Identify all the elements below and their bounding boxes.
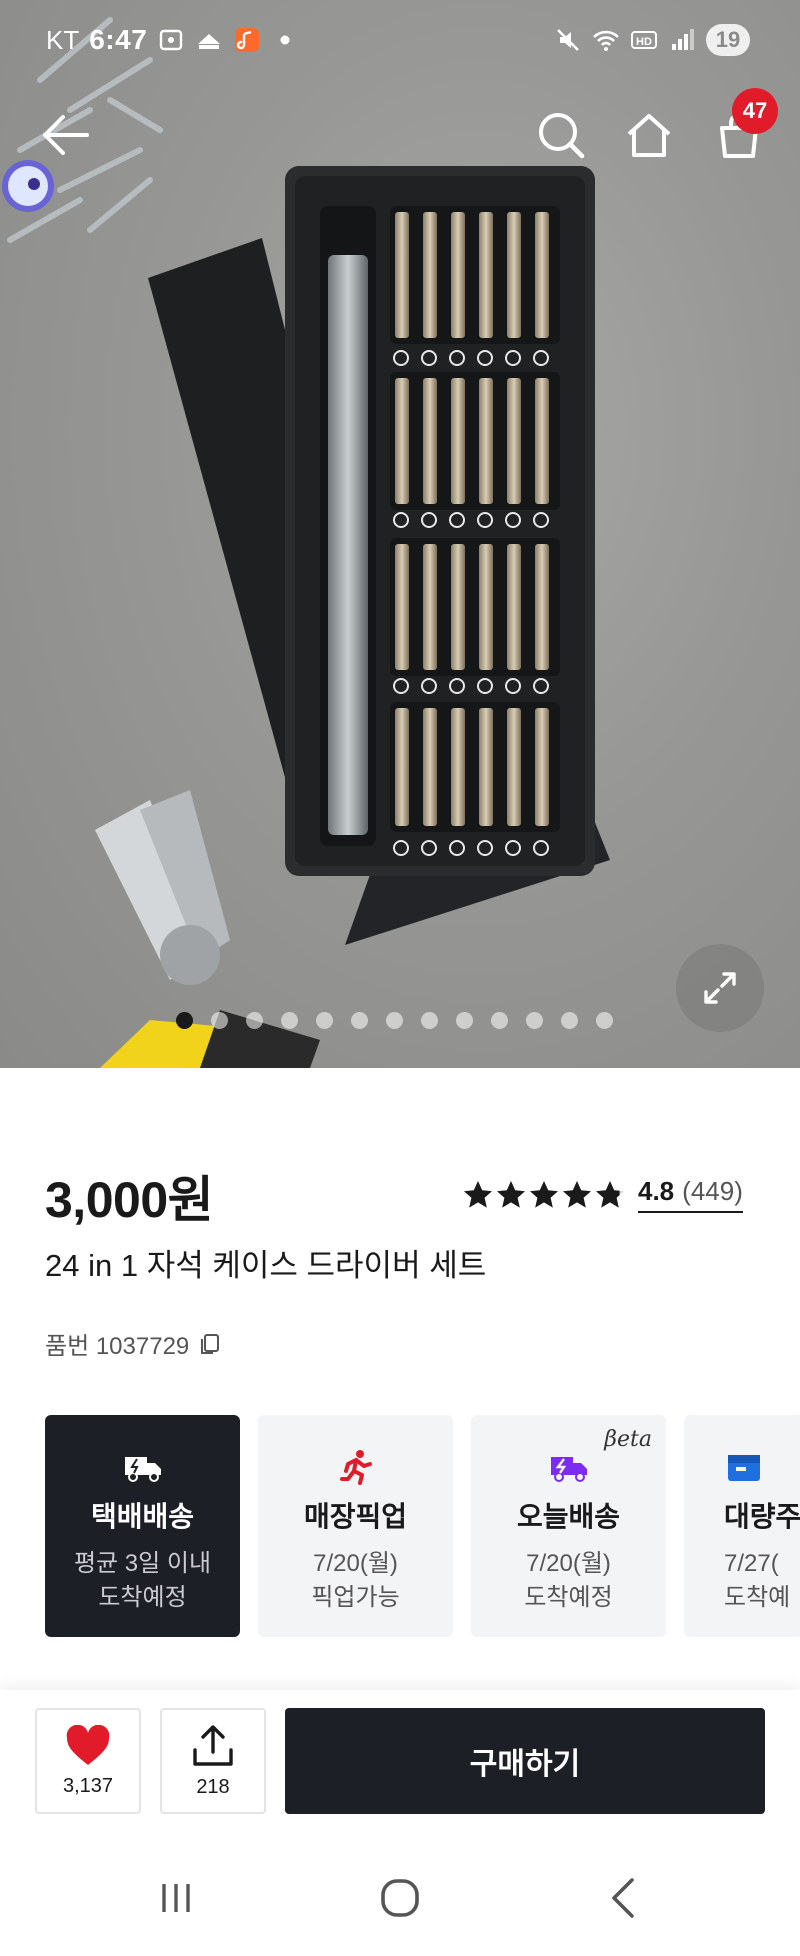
home-icon bbox=[627, 114, 671, 157]
delivery-option-bulk[interactable]: 대량주 7/27( 도착예 bbox=[684, 1415, 800, 1637]
hd-voice-icon: HD bbox=[631, 31, 657, 49]
delivery-option-title: 매장픽업 bbox=[303, 1501, 408, 1532]
cart-button[interactable]: 47 bbox=[700, 88, 778, 170]
wifi-icon bbox=[593, 30, 619, 51]
delivery-option-title: 오늘배송 bbox=[516, 1501, 621, 1532]
pager-dot[interactable] bbox=[316, 1012, 333, 1029]
pager-dot[interactable] bbox=[386, 1012, 403, 1029]
pager-dot[interactable] bbox=[351, 1012, 368, 1029]
gallery-pager[interactable] bbox=[176, 1012, 613, 1029]
buy-button[interactable]: 구매하기 bbox=[285, 1708, 765, 1814]
home-circle-icon bbox=[381, 1879, 419, 1917]
copy-icon[interactable] bbox=[197, 1331, 223, 1357]
rating-stars bbox=[462, 1179, 626, 1211]
product-rating[interactable]: 4.8 (449) bbox=[462, 1176, 743, 1213]
pager-dot[interactable] bbox=[211, 1012, 228, 1029]
system-home-button[interactable] bbox=[360, 1870, 440, 1926]
beta-badge: βeta bbox=[604, 1427, 652, 1452]
review-count: (449) bbox=[682, 1176, 743, 1206]
music-app-icon bbox=[235, 28, 260, 52]
pager-dot[interactable] bbox=[246, 1012, 263, 1029]
like-button[interactable]: 3,137 bbox=[35, 1708, 141, 1814]
running-person-icon bbox=[339, 1450, 372, 1485]
carrier-label: KT bbox=[46, 24, 80, 55]
star-icon bbox=[596, 1180, 624, 1208]
status-bar: KT 6:47 HD 19 bbox=[0, 0, 800, 84]
cart-count-badge: 47 bbox=[732, 88, 778, 134]
battery-indicator: 19 bbox=[706, 24, 750, 56]
system-navigation-bar bbox=[0, 1840, 800, 1956]
product-title: 24 in 1 자석 케이스 드라이버 세트 bbox=[45, 1248, 487, 1283]
recent-apps-button[interactable] bbox=[136, 1870, 216, 1926]
expand-image-button[interactable] bbox=[676, 944, 764, 1032]
delivery-option-line1: 7/20(월) bbox=[526, 1550, 611, 1577]
notification-dot-icon bbox=[280, 35, 290, 45]
home-button[interactable] bbox=[610, 100, 688, 170]
product-sku: 품번 1037729 bbox=[45, 1326, 223, 1361]
pager-dot[interactable] bbox=[456, 1012, 473, 1029]
delivery-options: 택배배송 평균 3일 이내 도착예정 매장픽업 7/20(월) 픽업가능 βet… bbox=[45, 1415, 800, 1637]
delivery-option-title: 택배배송 bbox=[90, 1501, 195, 1532]
delivery-option-line2: 도착예정 bbox=[524, 1584, 613, 1611]
product-image-gallery[interactable]: KT 6:47 HD 19 47 bbox=[0, 0, 800, 1068]
pager-dot[interactable] bbox=[526, 1012, 543, 1029]
delivery-option-store-pickup[interactable]: 매장픽업 7/20(월) 픽업가능 bbox=[258, 1415, 453, 1637]
star-icon bbox=[530, 1180, 558, 1208]
share-icon bbox=[193, 1724, 233, 1766]
rating-link[interactable]: 4.8 (449) bbox=[638, 1176, 743, 1213]
pager-dot[interactable] bbox=[176, 1012, 193, 1029]
pager-dot[interactable] bbox=[596, 1012, 613, 1029]
box-icon bbox=[728, 1455, 760, 1481]
delivery-option-today[interactable]: βeta 오늘배송 7/20(월) 도착예정 bbox=[471, 1415, 666, 1637]
delivery-option-line1: 평균 3일 이내 bbox=[73, 1550, 212, 1577]
delivery-truck-icon bbox=[124, 1457, 161, 1482]
signal-icon bbox=[672, 29, 694, 50]
clock: 6:47 bbox=[89, 24, 148, 55]
pager-dot[interactable] bbox=[281, 1012, 298, 1029]
pager-dot[interactable] bbox=[421, 1012, 438, 1029]
delivery-option-line2: 도착예정 bbox=[98, 1584, 187, 1611]
expand-icon bbox=[704, 972, 736, 1004]
search-button[interactable] bbox=[522, 100, 600, 170]
delivery-option-line1: 7/20(월) bbox=[313, 1550, 398, 1577]
search-icon bbox=[539, 113, 585, 159]
like-count: 3,137 bbox=[62, 1774, 114, 1797]
pager-dot[interactable] bbox=[561, 1012, 578, 1029]
share-count: 218 bbox=[196, 1775, 230, 1798]
rating-score: 4.8 bbox=[638, 1176, 675, 1206]
chevron-left-icon bbox=[612, 1878, 634, 1918]
product-price: 3,000원 bbox=[45, 1172, 214, 1228]
arrow-left-icon bbox=[43, 115, 89, 155]
pager-dot[interactable] bbox=[491, 1012, 508, 1029]
share-button[interactable]: 218 bbox=[160, 1708, 266, 1814]
delivery-option-line2: 도착예 bbox=[724, 1584, 791, 1611]
star-icon bbox=[464, 1180, 492, 1208]
system-back-button[interactable] bbox=[584, 1870, 664, 1926]
fast-truck-icon bbox=[550, 1457, 587, 1482]
star-icon bbox=[563, 1180, 591, 1208]
heart-icon bbox=[66, 1724, 110, 1765]
delivery-option-title: 대량주 bbox=[724, 1501, 800, 1532]
recent-apps-icon bbox=[162, 1884, 190, 1912]
app-notification-icon bbox=[198, 34, 221, 49]
screenshot-icon bbox=[160, 29, 183, 51]
star-icon bbox=[497, 1180, 525, 1208]
mute-icon bbox=[557, 29, 579, 51]
delivery-option-parcel[interactable]: 택배배송 평균 3일 이내 도착예정 bbox=[45, 1415, 240, 1637]
delivery-option-line1: 7/27( bbox=[724, 1550, 779, 1577]
purchase-action-bar: 3,137 218 구매하기 bbox=[0, 1690, 800, 1840]
sku-label: 품번 1037729 bbox=[45, 1333, 190, 1360]
assistant-bubble-icon[interactable] bbox=[0, 156, 60, 216]
delivery-option-line2: 픽업가능 bbox=[311, 1584, 400, 1611]
svg-text:HD: HD bbox=[636, 36, 652, 48]
